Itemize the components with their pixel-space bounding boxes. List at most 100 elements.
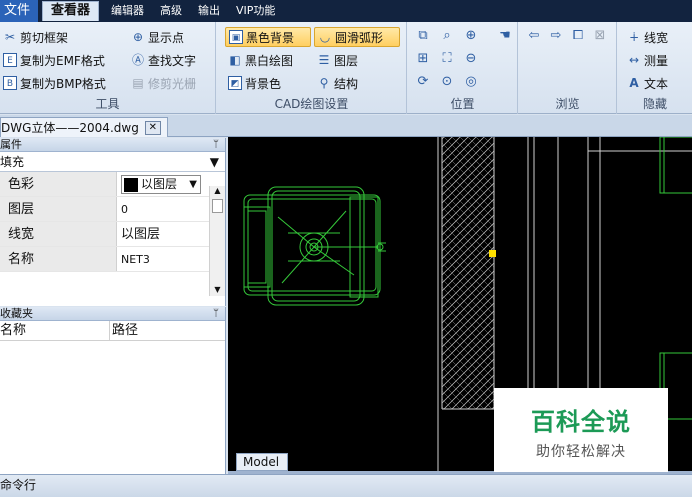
document-tab[interactable]: DWG立体——2004.dwg ✕: [0, 117, 168, 137]
trim-raster-icon: ▤: [132, 76, 144, 90]
close-icon[interactable]: ✕: [144, 120, 161, 135]
scroll-thumb[interactable]: [212, 199, 223, 213]
trim-raster-button[interactable]: ▤ 修剪光栅: [128, 73, 199, 93]
group-cad-settings-label: CAD绘图设置: [274, 97, 349, 111]
layers-label: 图层: [334, 53, 359, 68]
zoom-window-icon[interactable]: ⌕: [438, 27, 456, 45]
copy-bmp-button[interactable]: B 复制为BMP格式: [0, 73, 109, 93]
text-icon: A: [629, 76, 639, 90]
bmp-icon: B: [3, 76, 17, 90]
close-file-icon[interactable]: ⊠: [591, 27, 609, 45]
menu-file[interactable]: 文件: [0, 0, 39, 22]
layers-button[interactable]: ☰ 图层: [314, 50, 361, 70]
copy-emf-button[interactable]: E 复制为EMF格式: [0, 50, 108, 70]
hatched-wall: [442, 137, 494, 409]
clip-frame-button[interactable]: ✂ 剪切框架: [0, 27, 71, 47]
fit-icon[interactable]: ⧉: [414, 27, 432, 45]
structure-icon: ⚲: [319, 76, 329, 90]
zoom-box-icon[interactable]: ⛶: [438, 50, 456, 68]
back-arrow-icon[interactable]: ⇦: [525, 27, 543, 45]
ruler-icon: ↔: [628, 53, 640, 67]
bw-drawing-label: 黑白绘图: [245, 53, 294, 68]
pan-hand-icon[interactable]: ☚: [496, 27, 514, 45]
rotate-icon[interactable]: ⟳: [414, 73, 432, 91]
group-browse-label: 浏览: [555, 97, 580, 111]
group-position-label: 位置: [450, 97, 475, 111]
show-points-button[interactable]: ⊕ 显示点: [128, 27, 187, 47]
smooth-arc-button[interactable]: ◡ 圆滑弧形: [314, 27, 400, 47]
document-tab-title: DWG立体——2004.dwg: [1, 121, 139, 135]
structure-label: 结构: [334, 76, 359, 91]
trim-raster-label: 修剪光栅: [148, 76, 197, 91]
group-position: ⧉ ⌕ ⊕ ☚ ⊞ ⛶ ⊖ ⟳ ⊙ ◎ 位置: [408, 22, 518, 114]
group-hide: ∔ 线宽 ↔ 测量 A 文本 隐藏: [618, 22, 692, 114]
zoom-realtime-icon[interactable]: ⊙: [438, 73, 456, 91]
scroll-up-icon[interactable]: ▲: [210, 186, 225, 195]
prop-row-layer: 图层 0: [0, 197, 225, 222]
command-bar: 命令行: [0, 474, 692, 497]
clip-frame-label: 剪切框架: [20, 30, 69, 45]
favorites-columns: 名称 路径: [0, 321, 225, 341]
black-bg-button[interactable]: ▣ 黑色背景: [225, 27, 311, 47]
text-label: 文本: [644, 76, 669, 91]
group-hide-label: 隐藏: [642, 97, 667, 111]
color-select[interactable]: 以图层 ▼: [121, 175, 201, 194]
favorites-header: 收藏夹 ᛘ: [0, 307, 225, 321]
selection-grip[interactable]: [489, 250, 496, 257]
menu-advanced[interactable]: 高级: [152, 0, 190, 22]
pin-icon[interactable]: ᛘ: [213, 138, 219, 151]
line-width-icon: ∔: [628, 30, 640, 44]
group-browse: ⇦ ⇨ ⧠ ⊠ 浏览: [519, 22, 617, 114]
watermark-subtitle: 助你轻松解决: [536, 444, 626, 460]
find-text-label: 查找文字: [148, 53, 197, 68]
scroll-down-icon[interactable]: ▼: [210, 285, 225, 294]
find-text-icon: Ⓐ: [131, 53, 144, 67]
zoom-in-icon[interactable]: ⊕: [462, 27, 480, 45]
bg-color-icon: ◩: [228, 76, 242, 90]
pin-icon[interactable]: ᛘ: [213, 307, 219, 320]
bg-color-button[interactable]: ◩ 背景色: [225, 73, 284, 93]
menu-editor[interactable]: 编辑器: [103, 0, 152, 22]
entity-type-select[interactable]: 填充 ▼: [0, 152, 225, 172]
menu-vip[interactable]: VIP功能: [228, 0, 283, 22]
watermark: 百科全说 助你轻松解决: [494, 388, 668, 472]
orbit-icon[interactable]: ◎: [462, 73, 480, 91]
group-tools: ✂ 剪切框架 E 复制为EMF格式 B 复制为BMP格式 ⊕ 显示点 Ⓐ 查找文…: [0, 22, 216, 114]
text-button[interactable]: A 文本: [624, 73, 671, 93]
group-cad-settings: ▣ 黑色背景 ◡ 圆滑弧形 ◧ 黑白绘图 ☰ 图层 ◩ 背景色 ⚲ 结构 CAD…: [217, 22, 407, 114]
menu-bar: 文件 查看器 编辑器 高级 输出 VIP功能: [0, 0, 692, 22]
color-select-value: 以图层: [141, 177, 178, 191]
column-header-name[interactable]: 名称: [0, 321, 110, 340]
color-swatch: [124, 177, 138, 192]
document-tab-strip: DWG立体——2004.dwg ✕: [0, 115, 692, 137]
measure-button[interactable]: ↔ 测量: [624, 50, 671, 70]
show-points-label: 显示点: [148, 30, 185, 45]
zoom-out-icon[interactable]: ⊖: [462, 50, 480, 68]
line-width-label: 线宽: [644, 30, 669, 45]
open-file-icon[interactable]: ⧠: [569, 27, 587, 45]
line-width-button[interactable]: ∔ 线宽: [624, 27, 671, 47]
command-bar-label: 命令行: [0, 478, 37, 492]
black-bg-label: 黑色背景: [246, 30, 295, 45]
model-tab[interactable]: Model: [236, 453, 288, 471]
copy-emf-label: 复制为EMF格式: [20, 53, 105, 68]
prop-name: 图层: [0, 197, 117, 221]
bw-drawing-icon: ◧: [229, 53, 241, 67]
prop-row-linewidth: 线宽 以图层: [0, 222, 225, 247]
menu-viewer[interactable]: 查看器: [42, 1, 100, 21]
measure-label: 测量: [644, 53, 669, 68]
properties-scrollbar[interactable]: ▲ ▼: [209, 186, 225, 296]
smooth-arc-label: 圆滑弧形: [335, 30, 384, 45]
chevron-down-icon: ▼: [209, 154, 219, 169]
extents-icon[interactable]: ⊞: [414, 50, 432, 68]
bw-drawing-button[interactable]: ◧ 黑白绘图: [225, 50, 296, 70]
emf-icon: E: [3, 53, 17, 67]
layers-icon: ☰: [318, 53, 330, 67]
column-header-path[interactable]: 路径: [110, 321, 138, 340]
chevron-down-icon: ▼: [189, 179, 197, 190]
forward-arrow-icon[interactable]: ⇨: [547, 27, 565, 45]
properties-panel: 属件 ᛘ 填充 ▼ 色彩 以图层 ▼ 图层 0 线宽 以图层 名称 NET3 ▲…: [0, 138, 226, 306]
find-text-button[interactable]: Ⓐ 查找文字: [128, 50, 199, 70]
menu-output[interactable]: 输出: [190, 0, 228, 22]
structure-button[interactable]: ⚲ 结构: [314, 73, 361, 93]
